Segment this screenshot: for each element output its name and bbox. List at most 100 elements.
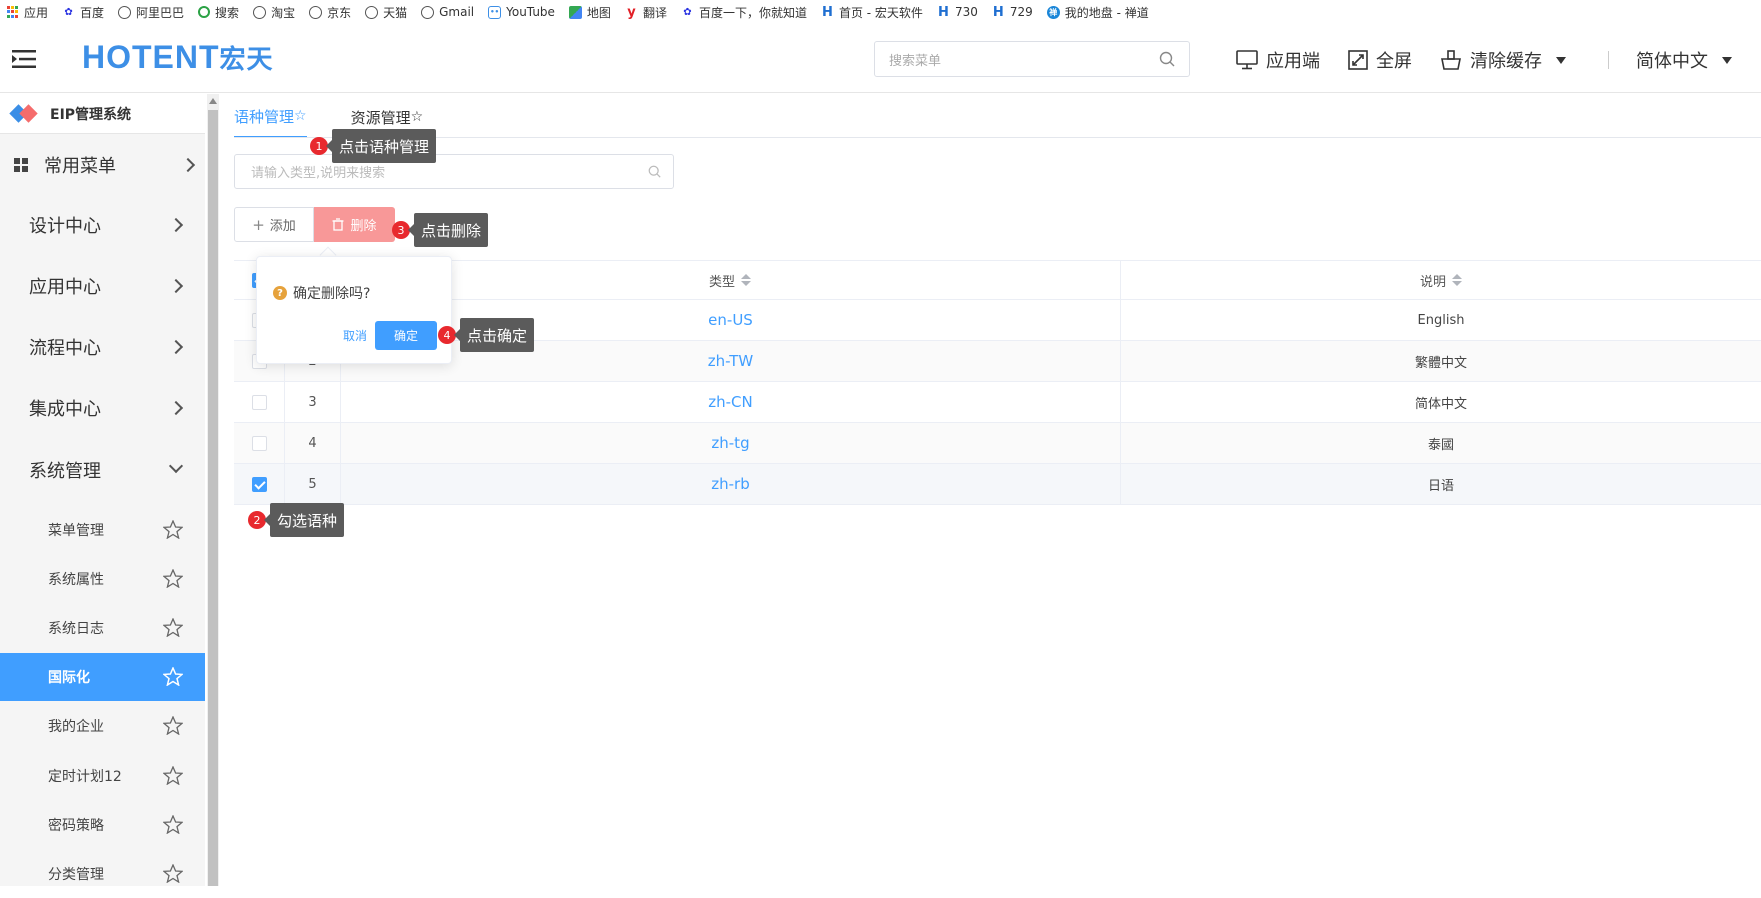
bookmark-search[interactable]: 搜索	[198, 4, 239, 21]
bookmark-apps[interactable]: 应用	[6, 4, 48, 21]
hotent-icon: H	[992, 4, 1004, 20]
row-type-link[interactable]: zh-rb	[340, 464, 1120, 504]
menu-search-input[interactable]: 搜索菜单	[874, 41, 1190, 77]
bookmark-zentao[interactable]: 禅我的地盘 - 禅道	[1046, 4, 1149, 21]
star-outline-icon[interactable]: ☆	[411, 109, 424, 125]
sort-icon[interactable]	[1452, 274, 1462, 286]
question-icon: ?	[273, 286, 287, 300]
step-label: 勾选语种	[263, 503, 345, 537]
menu-toggle-button[interactable]	[0, 25, 48, 93]
app-client-button[interactable]: 应用端	[1236, 47, 1320, 73]
basket-icon	[1441, 50, 1461, 70]
bookmark-youtube[interactable]: •• YouTube	[488, 5, 555, 19]
bookmark-730[interactable]: H 730	[937, 5, 978, 20]
sidebar-item-category-management[interactable]: 分类管理	[0, 850, 205, 898]
fullscreen-button[interactable]: 全屏	[1348, 47, 1412, 73]
bookmark-gmail[interactable]: Gmail	[421, 5, 474, 19]
plus-icon: +	[252, 215, 265, 234]
row-checkbox[interactable]	[251, 394, 267, 410]
star-icon[interactable]	[163, 864, 183, 883]
row-index: 5	[284, 464, 340, 504]
row-checkbox-cell	[234, 464, 284, 504]
star-icon[interactable]	[163, 716, 183, 735]
sidebar-item-menu-management[interactable]: 菜单管理	[0, 506, 205, 554]
add-button[interactable]: + 添加	[234, 207, 314, 242]
star-icon[interactable]	[163, 520, 183, 539]
clear-cache-button[interactable]: 清除缓存	[1440, 47, 1566, 73]
sidebar-item-flow-center[interactable]: 流程中心	[0, 322, 205, 372]
sidebar-item-design-center[interactable]: 设计中心	[0, 200, 205, 250]
globe-icon	[421, 5, 435, 19]
row-checkbox-cell	[234, 423, 284, 463]
row-index: 4	[284, 423, 340, 463]
star-icon[interactable]	[163, 815, 183, 834]
row-checkbox[interactable]	[251, 435, 267, 451]
tab-language-management[interactable]: 语种管理 ☆	[234, 96, 307, 138]
monitor-icon	[1236, 50, 1258, 70]
chevron-down-icon	[168, 458, 184, 474]
sort-icon[interactable]	[741, 274, 751, 286]
sidebar-scroll-thumb[interactable]	[208, 110, 218, 886]
baidu-icon: ✿	[64, 6, 73, 18]
sidebar-item-app-center[interactable]: 应用中心	[0, 261, 205, 311]
app-header: HOTENT宏天 搜索菜单 应用端 全屏 清除缓存 简体中文	[0, 25, 1761, 93]
star-icon[interactable]	[163, 667, 183, 686]
popconfirm-message: ? 确定删除吗?	[273, 283, 370, 303]
sidebar-item-system-log[interactable]: 系统日志	[0, 604, 205, 652]
star-outline-icon[interactable]: ☆	[294, 108, 307, 124]
chevron-down-icon	[1722, 56, 1732, 64]
confirm-button[interactable]: 确定	[375, 321, 437, 350]
table-row[interactable]: 5 zh-rb 日语	[234, 464, 1761, 505]
column-header-type[interactable]: 类型	[340, 261, 1120, 299]
sidebar-item-password-policy[interactable]: 密码策略	[0, 801, 205, 849]
search-icon	[1159, 51, 1175, 67]
sidebar-item-my-enterprise[interactable]: 我的企业	[0, 702, 205, 750]
row-desc: 繁體中文	[1120, 341, 1761, 381]
bookmark-729[interactable]: H 729	[992, 4, 1033, 20]
table-row[interactable]: 4 zh-tg 泰國	[234, 423, 1761, 464]
step-label: 点击删除	[407, 213, 489, 247]
row-desc: 日语	[1120, 464, 1761, 504]
sidebar-item-integration-center[interactable]: 集成中心	[0, 383, 205, 433]
bookmark-jd[interactable]: 京东	[309, 4, 351, 21]
star-icon[interactable]	[163, 766, 183, 785]
sidebar-item-common-menu[interactable]: 常用菜单	[0, 140, 205, 190]
scroll-up-arrow-icon[interactable]	[209, 98, 217, 104]
sidebar-item-scheduled-plan[interactable]: 定时计划12	[0, 752, 205, 800]
delete-button[interactable]: 删除	[314, 207, 395, 242]
bookmark-maps[interactable]: 地图	[568, 4, 611, 21]
trash-icon	[332, 218, 344, 231]
row-type-link[interactable]: zh-CN	[340, 382, 1120, 422]
bookmark-baidu-search[interactable]: ✿ 百度一下，你就知道	[681, 4, 807, 21]
apps-grid-icon	[6, 5, 19, 19]
star-icon[interactable]	[163, 618, 183, 637]
globe-icon	[309, 5, 323, 19]
column-header-desc[interactable]: 说明	[1120, 261, 1761, 299]
hotent-icon: H	[822, 4, 833, 20]
chevron-right-icon	[168, 217, 184, 233]
sidebar-item-i18n[interactable]: 国际化	[0, 653, 205, 701]
row-checkbox[interactable]	[251, 476, 267, 492]
bookmark-tmall[interactable]: 天猫	[365, 4, 407, 21]
bookmark-baidu[interactable]: ✿ 百度	[62, 4, 104, 21]
language-search-input[interactable]: 请输入类型,说明来搜索	[234, 154, 674, 189]
row-desc: 简体中文	[1120, 382, 1761, 422]
search-icon	[648, 165, 661, 178]
language-select[interactable]: 简体中文	[1636, 47, 1732, 73]
table-row[interactable]: 3 zh-CN 简体中文	[234, 382, 1761, 423]
tv-icon: ••	[488, 5, 502, 19]
header-divider	[1608, 51, 1609, 69]
chevron-right-icon	[168, 400, 184, 416]
row-type-link[interactable]: zh-tg	[340, 423, 1120, 463]
chevron-right-icon	[168, 339, 184, 355]
cancel-button[interactable]: 取消	[335, 321, 375, 349]
bookmark-alibaba[interactable]: 阿里巴巴	[118, 4, 184, 21]
sidebar-item-system-properties[interactable]: 系统属性	[0, 555, 205, 603]
bookmark-translate[interactable]: y 翻译	[625, 4, 667, 21]
step-label: 点击语种管理	[325, 129, 437, 163]
sidebar-item-system-management[interactable]: 系统管理	[0, 445, 205, 495]
row-checkbox-cell	[234, 382, 284, 422]
star-icon[interactable]	[163, 569, 183, 588]
bookmark-taobao[interactable]: 淘宝	[253, 4, 295, 21]
bookmark-hotent-home[interactable]: H 首页 - 宏天软件	[821, 4, 923, 21]
